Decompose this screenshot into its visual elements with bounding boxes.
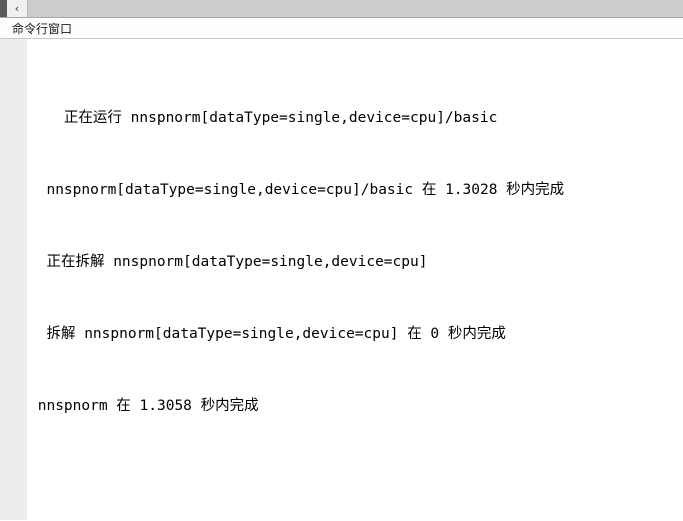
command-window-gutter [0, 39, 27, 520]
output-line: nnspnorm 在 1.3058 秒内完成 [29, 398, 259, 414]
output-line: 正在拆解 nnspnorm[dataType=single,device=cpu… [29, 254, 428, 270]
chevron-left-icon[interactable]: ‹ [7, 0, 28, 17]
output-line: 正在运行 nnspnorm[dataType=single,device=cpu… [29, 110, 498, 126]
command-window-panel: 正在运行 nnspnorm[dataType=single,device=cpu… [0, 39, 683, 520]
output-line: nnspnorm[dataType=single,device=cpu]/bas… [29, 182, 565, 198]
toolbar-empty-area [28, 0, 683, 17]
tab-command-window[interactable]: 命令行窗口 [6, 19, 79, 38]
top-toolbar: ‹ [0, 0, 683, 18]
tab-bar: 命令行窗口 [0, 18, 683, 39]
output-line: 拆解 nnspnorm[dataType=single,device=cpu] … [29, 326, 506, 342]
output-line-blank [27, 466, 683, 490]
command-window-line-list: 正在运行 nnspnorm[dataType=single,device=cpu… [27, 39, 683, 520]
command-window-output[interactable]: 正在运行 nnspnorm[dataType=single,device=cpu… [27, 39, 683, 520]
toolbar-drag-grip[interactable] [0, 0, 7, 17]
